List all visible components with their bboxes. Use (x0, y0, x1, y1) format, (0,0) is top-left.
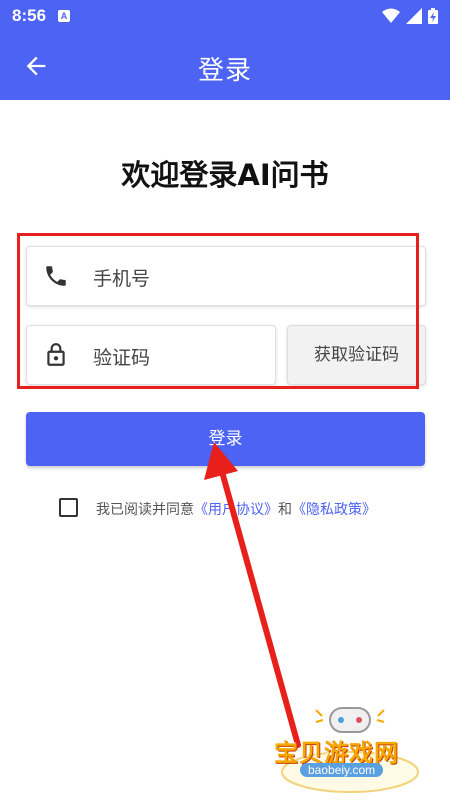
status-time: 8:56 (12, 6, 47, 25)
annotation-highlight-box (17, 233, 419, 389)
agreement-prefix: 我已阅读并同意 (96, 502, 194, 518)
status-icons (382, 8, 438, 24)
app-bar: 登录 (0, 32, 450, 100)
page-title: 登录 (197, 56, 252, 86)
status-bar: 8:56 A (0, 0, 450, 32)
user-agreement-link[interactable]: 《用户协议》 (194, 502, 278, 518)
battery-charging-icon (428, 8, 438, 24)
welcome-title: 欢迎登录AI问书 (121, 158, 329, 192)
annotation-arrow (204, 442, 301, 748)
agreement-checkbox[interactable] (59, 498, 78, 517)
signal-icon (406, 8, 422, 24)
privacy-policy-link[interactable]: 《隐私政策》 (292, 502, 376, 518)
watermark-url: baobeiy.com (300, 763, 384, 777)
notification-icon: A (58, 10, 70, 22)
login-button[interactable]: 登录 (26, 412, 425, 466)
agreement-text: 我已阅读并同意《用户协议》和《隐私政策》 (96, 499, 376, 519)
agreement-and: 和 (278, 502, 292, 518)
wifi-icon (382, 8, 400, 23)
